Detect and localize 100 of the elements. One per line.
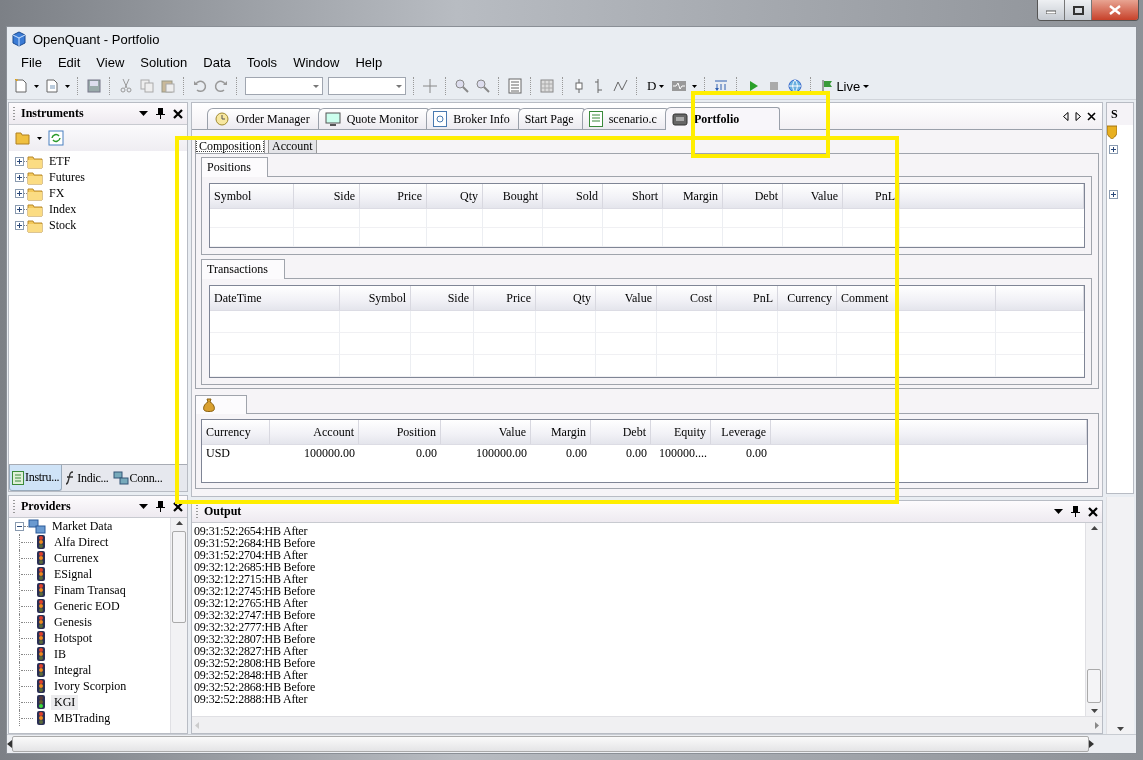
scroll-thumb[interactable]	[12, 736, 1089, 752]
menu-item[interactable]: View	[88, 52, 133, 72]
menu-item[interactable]: Window	[285, 52, 348, 72]
document-tab[interactable]: Order Manager	[207, 108, 321, 129]
expand-icon[interactable]	[15, 156, 24, 166]
column-header[interactable]: Position	[359, 420, 441, 444]
tree-item[interactable]: IB	[51, 646, 69, 662]
grid-icon[interactable]	[539, 78, 555, 94]
column-header[interactable]: Bought	[483, 184, 543, 208]
tree-item[interactable]: Ivory Scorpion	[51, 678, 130, 694]
refresh-icon[interactable]	[48, 130, 64, 146]
cut-icon[interactable]	[118, 78, 134, 94]
panel-tab[interactable]: Indic...	[62, 465, 111, 491]
account-tab[interactable]	[195, 395, 247, 414]
column-header[interactable]: Account	[270, 420, 359, 444]
group-tab[interactable]: Transactions	[201, 259, 285, 279]
pin-icon[interactable]	[156, 501, 165, 512]
minimize-button[interactable]	[1038, 0, 1065, 20]
open-document-icon[interactable]	[44, 78, 60, 94]
menu-item[interactable]: File	[13, 52, 50, 72]
column-header[interactable]: Cost	[657, 286, 717, 310]
column-header[interactable]: Margin	[531, 420, 591, 444]
scrollbar[interactable]	[192, 716, 1102, 733]
column-header[interactable]: Qty	[536, 286, 596, 310]
dropdown-icon[interactable]	[1054, 509, 1063, 514]
expand-icon[interactable]	[15, 172, 24, 182]
scroll-right-icon[interactable]	[1075, 111, 1081, 121]
save-icon[interactable]	[86, 78, 102, 94]
pin-icon[interactable]	[156, 108, 165, 119]
column-header[interactable]: Leverage	[711, 420, 771, 444]
waveform-icon[interactable]	[671, 78, 688, 94]
column-header[interactable]: Equity	[651, 420, 711, 444]
menu-item[interactable]: Data	[195, 52, 239, 72]
pin-icon[interactable]	[1071, 506, 1080, 517]
scroll-thumb[interactable]	[1087, 669, 1101, 703]
live-button[interactable]: Live	[819, 78, 872, 94]
menu-item[interactable]: Tools	[238, 52, 286, 72]
menu-item[interactable]: Help	[347, 52, 391, 72]
tree-item[interactable]: Stock	[46, 217, 80, 233]
column-header[interactable]: Symbol	[340, 286, 411, 310]
panel-tab[interactable]: Instru...	[9, 465, 63, 491]
tree-item[interactable]: Currenex	[51, 550, 102, 566]
tree-item[interactable]: Hotspot	[51, 630, 95, 646]
column-header[interactable]: Debt	[591, 420, 651, 444]
tree-item[interactable]: KGI	[51, 694, 79, 710]
menu-item[interactable]: Edit	[49, 52, 89, 72]
tree-item[interactable]: Index	[46, 201, 80, 217]
tree-item[interactable]: FX	[46, 185, 68, 201]
dropdown-field[interactable]	[245, 77, 323, 95]
close-icon[interactable]	[1087, 111, 1096, 121]
close-button[interactable]	[1092, 0, 1138, 20]
maximize-button[interactable]	[1065, 0, 1092, 20]
zoom-out-icon[interactable]	[475, 78, 491, 94]
tree-item[interactable]: Generic EOD	[51, 598, 123, 614]
tree-item[interactable]: Market Data	[49, 518, 116, 534]
column-header[interactable]: Currency	[202, 420, 270, 444]
copy-icon[interactable]	[139, 78, 155, 94]
scrollbar[interactable]	[170, 518, 187, 733]
tree-item[interactable]: Genesis	[51, 614, 95, 630]
column-header[interactable]: Short	[603, 184, 663, 208]
group-tab[interactable]: Positions	[201, 157, 268, 177]
scroll-thumb[interactable]	[172, 531, 186, 623]
close-icon[interactable]	[1088, 506, 1098, 517]
expand-icon[interactable]	[15, 188, 24, 198]
column-header[interactable]: Price	[474, 286, 536, 310]
dropdown-icon[interactable]	[139, 504, 148, 509]
expand-icon[interactable]	[15, 204, 24, 214]
close-icon[interactable]	[173, 501, 183, 512]
document-tab[interactable]: scenario.c	[581, 108, 668, 129]
crosshair-icon[interactable]	[422, 78, 438, 94]
panel-tab[interactable]: Conn...	[110, 465, 165, 491]
tree-item[interactable]: MBTrading	[51, 710, 114, 726]
scrollbar[interactable]	[7, 734, 1136, 753]
column-header[interactable]: Value	[596, 286, 657, 310]
tree-item[interactable]: ETF	[46, 153, 74, 169]
tree-item[interactable]: Futures	[46, 169, 88, 185]
close-icon[interactable]	[173, 108, 183, 119]
column-header[interactable]: Sold	[543, 184, 603, 208]
column-header[interactable]: Price	[360, 184, 427, 208]
document-tab[interactable]: Broker Info	[426, 108, 521, 129]
new-document-icon[interactable]	[13, 78, 29, 94]
menu-item[interactable]: Solution	[132, 52, 196, 72]
column-header[interactable]: Side	[411, 286, 474, 310]
document-tab[interactable]: Portfolio	[664, 107, 781, 130]
tree-item[interactable]: ESignal	[51, 566, 95, 582]
column-header[interactable]: Comment	[837, 286, 996, 310]
font-button[interactable]: D	[645, 78, 667, 94]
redo-icon[interactable]	[213, 78, 229, 94]
column-header[interactable]: Value	[783, 184, 843, 208]
expand-icon[interactable]	[15, 220, 24, 230]
column-header[interactable]: Debt	[723, 184, 783, 208]
tree-item[interactable]: Finam Transaq	[51, 582, 129, 598]
tree-item[interactable]: Integral	[51, 662, 95, 678]
column-header[interactable]: PnL	[717, 286, 778, 310]
dropdown-icon[interactable]	[139, 111, 148, 116]
dropdown-field[interactable]	[328, 77, 406, 95]
paste-icon[interactable]	[160, 78, 176, 94]
column-header[interactable]: Qty	[427, 184, 483, 208]
column-header[interactable]: Margin	[663, 184, 723, 208]
document-tab[interactable]: Start Page	[517, 108, 585, 129]
